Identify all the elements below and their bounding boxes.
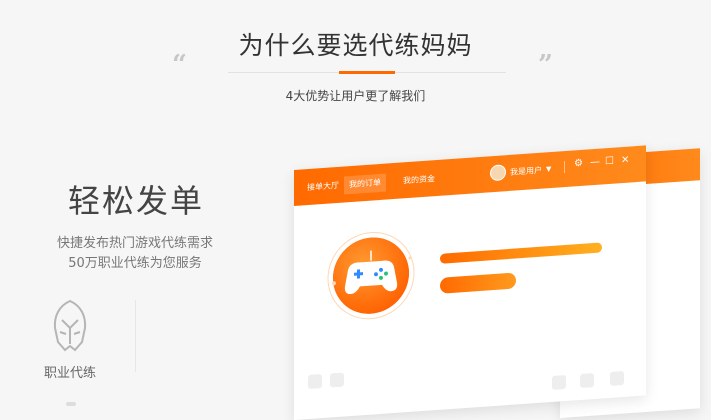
feature-description: 快捷发布热门游戏代练需求 50万职业代练为您服务 [30, 234, 240, 274]
page-subtitle: 4大优势让用户更了解我们 [285, 89, 426, 103]
title-accent-bar [339, 71, 395, 74]
carousel-indicator[interactable] [66, 402, 76, 406]
feature-divider [135, 300, 136, 372]
titlebar-separator [564, 161, 565, 174]
app-window: 接单大厅 我的订单 我的资金 我是用户 ▼ ⚙ — ☐ ✕ [294, 145, 646, 420]
feature-desc-line-2: 50万职业代练为您服务 [68, 256, 202, 271]
feature-desc-line-1: 快捷发布热门游戏代练需求 [56, 236, 213, 251]
minimize-icon[interactable]: — [590, 157, 600, 170]
window-titlebar: 接单大厅 我的订单 我的资金 我是用户 ▼ ⚙ — ☐ ✕ [294, 145, 646, 206]
chevron-down-icon: ▼ [546, 165, 552, 174]
placeholder-square-4 [580, 373, 594, 389]
placeholder-square-5 [610, 370, 624, 386]
user-label: 我是用户 [510, 165, 542, 177]
progress-bar-long [440, 242, 602, 264]
quote-close-icon: ” [538, 50, 553, 80]
placeholder-square-3 [552, 374, 566, 390]
avatar-icon [490, 164, 506, 182]
gamepad-illustration [327, 232, 415, 320]
placeholder-square-1 [308, 374, 322, 390]
tab-my-funds[interactable]: 我的资金 [398, 170, 440, 191]
close-icon[interactable]: ✕ [621, 155, 629, 168]
user-menu[interactable]: 我是用户 ▼ [490, 160, 551, 182]
helmet-icon[interactable] [50, 298, 90, 354]
maximize-icon[interactable]: ☐ [605, 156, 614, 169]
tab-order-hall[interactable]: 接单大厅 [302, 177, 344, 198]
placeholder-square-2 [330, 372, 344, 388]
pro-booster-label[interactable]: 职业代练 [44, 362, 96, 381]
gear-icon[interactable]: ⚙ [574, 158, 583, 171]
feature-heading: 轻松发单 [68, 182, 205, 220]
tab-my-orders[interactable]: 我的订单 [344, 173, 386, 195]
progress-bar-short [440, 272, 516, 294]
quote-open-icon: “ [172, 50, 187, 80]
page-title: 为什么要选代练妈妈 [238, 31, 473, 60]
